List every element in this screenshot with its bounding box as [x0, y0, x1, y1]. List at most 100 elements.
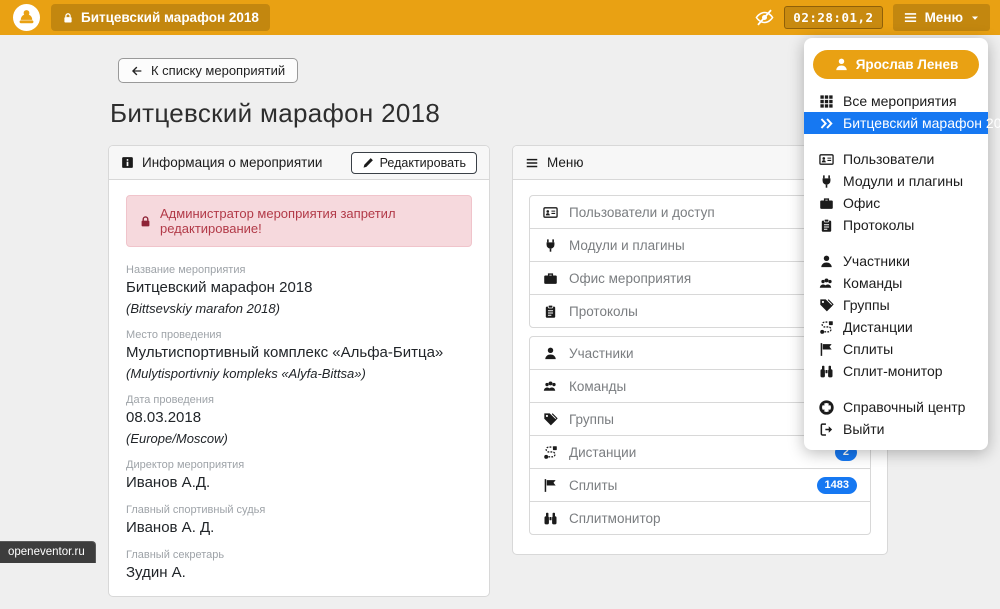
field-value: 08.03.2018	[126, 409, 472, 426]
sign-out-icon	[819, 422, 834, 437]
dropdown-item-split-monitor[interactable]: Сплит-монитор	[804, 360, 988, 382]
user-dropdown-menu: Ярослав Ленев Все мероприятия Битцевский…	[804, 38, 988, 450]
menu-item-label: Дистанции	[569, 445, 636, 460]
dropdown-item-label: Команды	[843, 275, 902, 291]
event-info-card: Информация о мероприятии Редактировать А…	[108, 145, 490, 597]
users-icon	[543, 379, 558, 394]
top-navbar: Битцевский марафон 2018 02:28:01,2 Меню	[0, 0, 1000, 35]
dropdown-item-label: Битцевский марафон 2018	[843, 115, 1000, 131]
dropdown-item-protocols[interactable]: Протоколы	[804, 214, 988, 236]
route-icon	[819, 320, 834, 335]
field-value: Битцевский марафон 2018	[126, 279, 472, 296]
menu-item-label: Сплитмонитор	[569, 511, 661, 526]
plug-icon	[819, 174, 834, 189]
menu-item-splits[interactable]: Сплиты 1483	[529, 468, 871, 502]
field-label: Название мероприятия	[126, 264, 472, 276]
dropdown-item-label: Сплиты	[843, 341, 893, 357]
angles-right-icon	[819, 116, 834, 131]
dropdown-item-teams[interactable]: Команды	[804, 272, 988, 294]
eye-slash-icon[interactable]	[755, 8, 774, 27]
dropdown-item-label: Справочный центр	[843, 399, 965, 415]
dropdown-item-distances[interactable]: Дистанции	[804, 316, 988, 338]
current-event-button[interactable]: Битцевский марафон 2018	[51, 4, 270, 31]
menu-toggle-label: Меню	[925, 10, 963, 25]
dropdown-item-label: Пользователи	[843, 151, 934, 167]
field-note: (Europe/Moscow)	[126, 431, 472, 446]
binoculars-icon	[819, 364, 834, 379]
caret-down-icon	[970, 13, 980, 23]
binoculars-icon	[543, 511, 558, 526]
lock-icon	[139, 215, 152, 228]
grid-icon	[819, 94, 834, 109]
dropdown-item-current-event[interactable]: Битцевский марафон 2018	[804, 112, 988, 134]
field-note: (Mulytisportivniy kompleks «Alyfa-Bittsa…	[126, 366, 472, 381]
field-label: Директор мероприятия	[126, 459, 472, 471]
field-value: Иванов А.Д.	[126, 474, 472, 491]
menu-item-label: Группы	[569, 412, 614, 427]
flag-icon	[543, 478, 558, 493]
timer-display[interactable]: 02:28:01,2	[784, 6, 882, 29]
dropdown-divider	[804, 382, 988, 396]
hamburger-icon	[525, 156, 539, 170]
tags-icon	[543, 412, 558, 427]
life-ring-icon	[819, 400, 834, 415]
dropdown-item-splits[interactable]: Сплиты	[804, 338, 988, 360]
edit-button[interactable]: Редактировать	[351, 152, 477, 174]
field-label: Место проведения	[126, 329, 472, 341]
dropdown-item-label: Участники	[843, 253, 910, 269]
field-venue: Место проведения Мультиспортивный компле…	[126, 329, 472, 381]
briefcase-icon	[819, 196, 834, 211]
dropdown-item-participants[interactable]: Участники	[804, 250, 988, 272]
clipboard-icon	[543, 304, 558, 319]
field-director: Директор мероприятия Иванов А.Д.	[126, 459, 472, 491]
route-icon	[543, 445, 558, 460]
menu-item-label: Команды	[569, 379, 626, 394]
dropdown-item-groups[interactable]: Группы	[804, 294, 988, 316]
menu-item-label: Модули и плагины	[569, 238, 685, 253]
app-logo[interactable]	[13, 4, 40, 31]
menu-item-split-monitor[interactable]: Сплитмонитор	[529, 501, 871, 535]
pencil-icon	[362, 157, 374, 169]
dropdown-item-label: Группы	[843, 297, 890, 313]
menu-toggle-button[interactable]: Меню	[893, 4, 990, 31]
menu-item-label: Пользователи и доступ	[569, 205, 715, 220]
field-date: Дата проведения 08.03.2018 (Europe/Mosco…	[126, 394, 472, 446]
dropdown-item-help-center[interactable]: Справочный центр	[804, 396, 988, 418]
edit-locked-alert-text: Администратор мероприятия запретил редак…	[160, 206, 459, 236]
dropdown-item-label: Сплит-монитор	[843, 363, 943, 379]
clipboard-icon	[819, 218, 834, 233]
dropdown-item-modules[interactable]: Модули и плагины	[804, 170, 988, 192]
dropdown-item-all-events[interactable]: Все мероприятия	[804, 90, 988, 112]
plug-icon	[543, 238, 558, 253]
page-title: Битцевский марафон 2018	[110, 98, 440, 129]
dropdown-item-office[interactable]: Офис	[804, 192, 988, 214]
users-icon	[819, 276, 834, 291]
event-info-card-title: Информация о мероприятии	[142, 155, 322, 170]
field-chief-judge: Главный спортивный судья Иванов А. Д.	[126, 504, 472, 536]
briefcase-icon	[543, 271, 558, 286]
tags-icon	[819, 298, 834, 313]
back-to-events-button[interactable]: К списку мероприятий	[118, 58, 298, 83]
field-value: Иванов А. Д.	[126, 519, 472, 536]
hamburger-icon	[903, 10, 918, 25]
menu-item-label: Офис мероприятия	[569, 271, 691, 286]
id-card-icon	[543, 205, 558, 220]
dropdown-item-label: Выйти	[843, 421, 884, 437]
field-label: Главный спортивный судья	[126, 504, 472, 516]
dropdown-divider	[804, 134, 988, 148]
dropdown-item-label: Протоколы	[843, 217, 914, 233]
flag-icon	[819, 342, 834, 357]
arrow-left-icon	[131, 65, 143, 77]
dropdown-item-users[interactable]: Пользователи	[804, 148, 988, 170]
menu-item-label: Сплиты	[569, 478, 617, 493]
field-chief-secretary: Главный секретарь Зудин А.	[126, 549, 472, 581]
user-icon	[819, 254, 834, 269]
splits-count-badge: 1483	[817, 477, 857, 494]
user-icon	[834, 57, 849, 72]
dropdown-item-label: Все мероприятия	[843, 93, 957, 109]
user-profile-button[interactable]: Ярослав Ленев	[813, 50, 979, 79]
field-value: Зудин А.	[126, 564, 472, 581]
user-icon	[543, 346, 558, 361]
dropdown-item-logout[interactable]: Выйти	[804, 418, 988, 440]
current-event-label: Битцевский марафон 2018	[81, 10, 259, 25]
